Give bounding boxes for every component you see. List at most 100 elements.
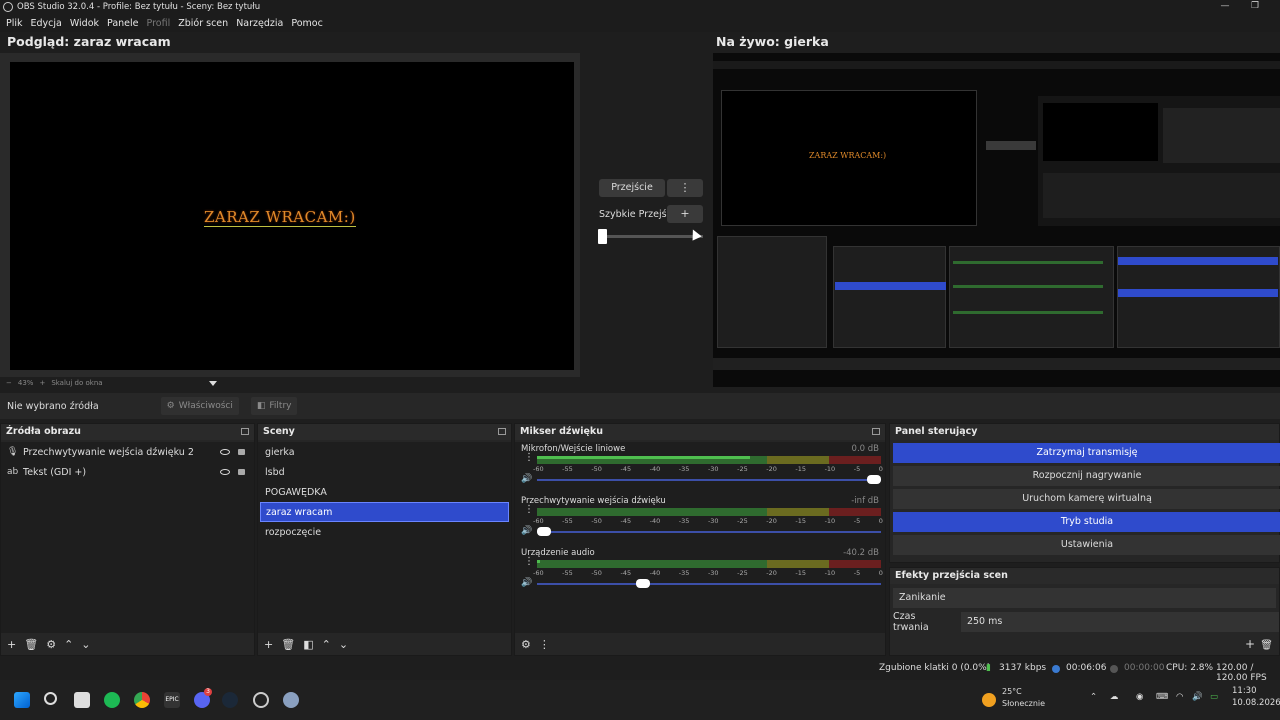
- menu-widok[interactable]: Widok: [70, 18, 99, 29]
- menu-panele[interactable]: Panele: [107, 18, 138, 29]
- channel-menu-icon[interactable]: ⋮: [524, 557, 534, 570]
- scene-item[interactable]: rozpoczęcie: [260, 522, 509, 542]
- steam-icon[interactable]: [222, 692, 238, 708]
- properties-label: Właściwości: [178, 401, 233, 411]
- scene-item[interactable]: gierka: [260, 442, 509, 462]
- volume-slider[interactable]: [537, 531, 881, 533]
- volume-slider-handle[interactable]: [867, 475, 881, 484]
- program-canvas[interactable]: ZARAZ WRACAM:): [713, 53, 1280, 387]
- transition-button[interactable]: Przejście: [599, 179, 665, 197]
- clock-time[interactable]: 11:30: [1232, 686, 1257, 696]
- mixer-menu-icon[interactable]: ⋮: [539, 638, 550, 651]
- properties-button[interactable]: ⚙ Właściwości: [160, 397, 239, 415]
- battery-icon[interactable]: ▭: [1210, 692, 1218, 702]
- tbar-track[interactable]: [603, 235, 703, 238]
- weather-desc[interactable]: Słonecznie: [1002, 699, 1045, 708]
- visibility-eye-icon[interactable]: [220, 449, 230, 455]
- scene-filter-icon[interactable]: ◧: [303, 638, 313, 651]
- lock-icon[interactable]: [238, 469, 245, 475]
- clock-date[interactable]: 10.08.2026: [1232, 698, 1280, 708]
- speaker-icon[interactable]: 🔊: [521, 526, 532, 536]
- visibility-eye-icon[interactable]: [220, 469, 230, 475]
- volume-slider-handle[interactable]: [537, 527, 551, 536]
- menu-plik[interactable]: Plik: [6, 18, 23, 29]
- add-quick-transition-button[interactable]: +: [667, 205, 703, 223]
- window-title: OBS Studio 32.0.4 - Profile: Bez tytułu …: [17, 2, 261, 12]
- menu-edycja[interactable]: Edycja: [31, 18, 62, 29]
- onedrive-icon[interactable]: ☁: [1110, 692, 1119, 702]
- chevron-down-icon[interactable]: [208, 380, 217, 386]
- zoom-out-button[interactable]: −: [6, 379, 12, 387]
- channel-menu-icon[interactable]: ⋮: [524, 505, 534, 518]
- transition-type-select[interactable]: Zanikanie: [893, 588, 1276, 608]
- remove-source-icon[interactable]: 🗑: [24, 638, 38, 651]
- meter-tick-label: -50: [591, 517, 602, 525]
- chrome-icon[interactable]: [134, 692, 150, 708]
- controls-dock-title: Panel sterujący: [890, 424, 1279, 440]
- wifi-icon[interactable]: ◠: [1176, 692, 1183, 702]
- settings-gear-icon[interactable]: [283, 692, 299, 708]
- controls-title-text: Panel sterujący: [895, 426, 978, 437]
- remove-transition-icon[interactable]: 🗑: [1260, 640, 1273, 651]
- undock-icon[interactable]: [241, 428, 249, 435]
- menu-profil[interactable]: Profil: [147, 18, 171, 29]
- volume-slider[interactable]: [537, 479, 881, 481]
- volume-slider[interactable]: [537, 583, 881, 585]
- transitions-dock: Efekty przejścia scen Zanikanie Czas trw…: [889, 567, 1280, 656]
- chevron-up-icon[interactable]: ⌃: [1090, 692, 1097, 702]
- volume-slider-handle[interactable]: [636, 579, 650, 588]
- maximize-button[interactable]: ❐: [1240, 0, 1270, 14]
- scene-item-active[interactable]: zaraz wracam: [260, 502, 509, 522]
- channel-menu-icon[interactable]: ⋮: [524, 453, 534, 466]
- scene-item[interactable]: POGAWĘDKA: [260, 482, 509, 502]
- search-icon[interactable]: [44, 692, 57, 705]
- keyboard-icon[interactable]: ⌨: [1156, 692, 1168, 702]
- start-virtual-camera-button[interactable]: Uruchom kamerę wirtualną: [893, 489, 1280, 509]
- start-recording-button[interactable]: Rozpocznij nagrywanie: [893, 466, 1280, 486]
- meter-green-zone: [537, 508, 767, 516]
- menu-narzedzia[interactable]: Narzędzia: [236, 18, 283, 29]
- meter-tick-label: -45: [620, 569, 632, 577]
- menu-pomoc[interactable]: Pomoc: [291, 18, 323, 29]
- tbar-handle[interactable]: [598, 229, 607, 244]
- windows-start-icon[interactable]: [14, 692, 30, 708]
- studio-mode-button[interactable]: Tryb studia: [893, 512, 1280, 532]
- duration-input[interactable]: 250 ms: [960, 612, 1279, 632]
- spotify-icon[interactable]: [104, 692, 120, 708]
- epic-games-icon[interactable]: EPIC: [164, 692, 180, 708]
- move-down-icon[interactable]: ⌄: [81, 638, 90, 651]
- obs-taskbar-icon[interactable]: [253, 692, 269, 708]
- source-settings-icon[interactable]: ⚙: [46, 638, 56, 651]
- filters-button[interactable]: ◧ Filtry: [250, 397, 298, 415]
- scenes-dock-title: Sceny: [258, 424, 511, 440]
- lock-icon[interactable]: [238, 449, 245, 455]
- meter-tick-label: -60: [533, 569, 544, 577]
- mixer-settings-icon[interactable]: ⚙: [521, 638, 531, 651]
- speaker-icon[interactable]: 🔊: [521, 578, 532, 588]
- zoom-mode-select[interactable]: Skaluj do okna: [51, 379, 102, 387]
- undock-icon[interactable]: [872, 428, 880, 435]
- zoom-in-button[interactable]: +: [39, 379, 45, 387]
- transition-menu-button[interactable]: ⋮: [667, 179, 703, 197]
- settings-button[interactable]: Ustawienia: [893, 535, 1280, 555]
- scene-item[interactable]: lsbd: [260, 462, 509, 482]
- volume-icon[interactable]: 🔊: [1192, 692, 1203, 702]
- task-view-icon[interactable]: [74, 692, 90, 708]
- stop-stream-button[interactable]: Zatrzymaj transmisję: [893, 443, 1280, 463]
- speaker-icon[interactable]: 🔊: [521, 474, 532, 484]
- obs-tray-icon[interactable]: ◉: [1136, 692, 1143, 702]
- source-item[interactable]: ab Tekst (GDI +): [1, 462, 254, 482]
- undock-icon[interactable]: [498, 428, 506, 435]
- add-source-icon[interactable]: +: [7, 638, 16, 651]
- weather-temp[interactable]: 25°C: [1002, 687, 1022, 696]
- add-scene-icon[interactable]: +: [264, 638, 273, 651]
- add-transition-icon[interactable]: +: [1245, 637, 1255, 651]
- move-up-icon[interactable]: ⌃: [64, 638, 73, 651]
- move-up-icon[interactable]: ⌃: [322, 638, 331, 651]
- menu-zbior-scen[interactable]: Zbiór scen: [178, 18, 228, 29]
- move-down-icon[interactable]: ⌄: [339, 638, 348, 651]
- remove-scene-icon[interactable]: 🗑: [281, 638, 295, 651]
- minimize-button[interactable]: —: [1210, 0, 1240, 14]
- source-item[interactable]: 🎙 Przechwytywanie wejścia dźwięku 2: [1, 442, 254, 462]
- meter-yellow-zone: [767, 560, 829, 568]
